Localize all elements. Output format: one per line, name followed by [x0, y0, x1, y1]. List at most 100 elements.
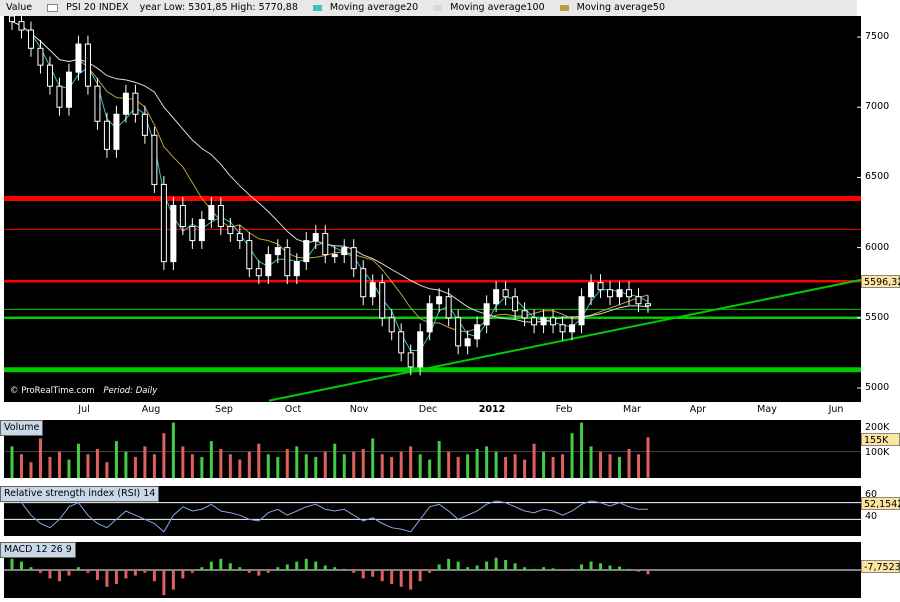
- y-tick-label: 6000: [865, 241, 890, 253]
- macd-bar: [637, 570, 641, 572]
- candle-body: [312, 233, 319, 242]
- macd-bar: [124, 570, 128, 579]
- candle-body: [94, 85, 101, 122]
- candle-body: [274, 247, 281, 256]
- volume-bar: [399, 451, 403, 478]
- volume-bar: [95, 449, 99, 478]
- volume-bar: [637, 454, 641, 478]
- candle-body: [588, 282, 595, 298]
- candle-body: [75, 43, 82, 73]
- rsi-label: Relative strength index (RSI) 14: [0, 486, 160, 502]
- candle-body: [483, 303, 490, 326]
- volume-bar: [570, 433, 574, 478]
- volume-y-axis: 200K 100K: [861, 420, 900, 478]
- volume-bar: [380, 454, 384, 478]
- volume-bar: [494, 451, 498, 478]
- candle-body: [27, 29, 34, 49]
- candle-body: [103, 120, 110, 150]
- candle-body: [360, 268, 367, 298]
- macd-bar: [390, 570, 394, 584]
- macd-bar: [38, 570, 42, 573]
- rsi-tick-40: 40: [865, 511, 878, 522]
- macd-bar: [143, 570, 147, 573]
- macd-bar: [618, 566, 622, 570]
- candle-body: [455, 317, 462, 347]
- macd-bar: [371, 570, 375, 577]
- candle-body: [369, 282, 376, 298]
- macd-bar: [599, 563, 603, 570]
- legend-ma100: Moving average100: [450, 2, 545, 13]
- volume-bar: [190, 454, 194, 478]
- candle-body: [141, 113, 148, 136]
- volume-bar: [57, 451, 61, 478]
- macd-bar: [485, 561, 489, 570]
- macd-bar: [418, 570, 422, 582]
- volume-bar: [86, 454, 90, 478]
- volume-plot[interactable]: [4, 420, 861, 478]
- macd-bar: [342, 568, 346, 570]
- macd-bar: [209, 561, 213, 570]
- macd-bar: [76, 567, 80, 570]
- volume-bar: [371, 438, 375, 478]
- candle-body: [113, 113, 120, 150]
- price-swatch: [47, 3, 59, 12]
- candle-body: [265, 254, 272, 277]
- ma100-line: [11, 21, 649, 323]
- macd-bar: [466, 567, 470, 570]
- volume-bar: [627, 449, 631, 478]
- candle-body: [198, 219, 205, 242]
- ma20-line: [11, 21, 649, 351]
- volume-bar: [561, 454, 565, 478]
- macd-bar: [304, 558, 308, 570]
- volume-bar: [162, 433, 166, 478]
- macd-bar: [333, 567, 337, 570]
- volume-bar: [257, 443, 261, 478]
- macd-bar: [10, 558, 14, 570]
- legend-ma20: Moving average20: [329, 2, 419, 13]
- volume-panel: Volume 200K 100K 155K: [0, 420, 900, 480]
- candle-body: [18, 21, 25, 31]
- macd-bar: [152, 570, 156, 582]
- volume-bar: [247, 451, 251, 478]
- price-plot[interactable]: © ProRealTime.com Period: Daily: [4, 16, 861, 402]
- candle-body: [407, 352, 414, 368]
- chart-legend: Value PSI 20 INDEX year Low: 5301,85 Hig…: [0, 0, 857, 16]
- ma100-swatch: [433, 4, 443, 11]
- volume-bar: [29, 462, 33, 478]
- macd-chart-svg: [4, 557, 861, 596]
- volume-bar: [19, 454, 23, 478]
- macd-plot[interactable]: [4, 542, 861, 598]
- candle-body: [502, 289, 509, 298]
- macd-bar: [570, 568, 574, 570]
- candle-body: [559, 324, 566, 333]
- volume-bar: [390, 456, 394, 478]
- volume-bar: [181, 446, 185, 478]
- candle-body: [9, 16, 15, 23]
- macd-bar: [162, 570, 166, 596]
- volume-bar: [323, 451, 327, 478]
- volume-bar: [485, 446, 489, 478]
- x-tick-label: May: [757, 404, 777, 415]
- macd-bar: [314, 561, 318, 570]
- macd-bar: [494, 557, 498, 570]
- price-chart-svg: [4, 16, 861, 402]
- macd-bar: [437, 564, 441, 570]
- macd-bar: [646, 570, 650, 575]
- y-tick-label: 7500: [865, 31, 890, 43]
- candle-body: [56, 85, 63, 108]
- volume-bar: [523, 459, 527, 478]
- ma20-swatch: [312, 4, 322, 11]
- x-tick-label: Dec: [418, 404, 438, 415]
- volume-bar: [10, 446, 14, 478]
- candle-body: [322, 233, 329, 256]
- y-tick-label: 5000: [865, 381, 890, 393]
- macd-bar: [475, 565, 479, 570]
- x-tick-label: Oct: [284, 404, 302, 415]
- volume-bar: [171, 422, 175, 478]
- macd-bar: [266, 570, 270, 573]
- macd-bar: [29, 567, 33, 570]
- candle-body: [208, 204, 215, 221]
- candle-body: [540, 317, 547, 326]
- macd-bar: [67, 570, 71, 576]
- macd-bar: [105, 570, 109, 587]
